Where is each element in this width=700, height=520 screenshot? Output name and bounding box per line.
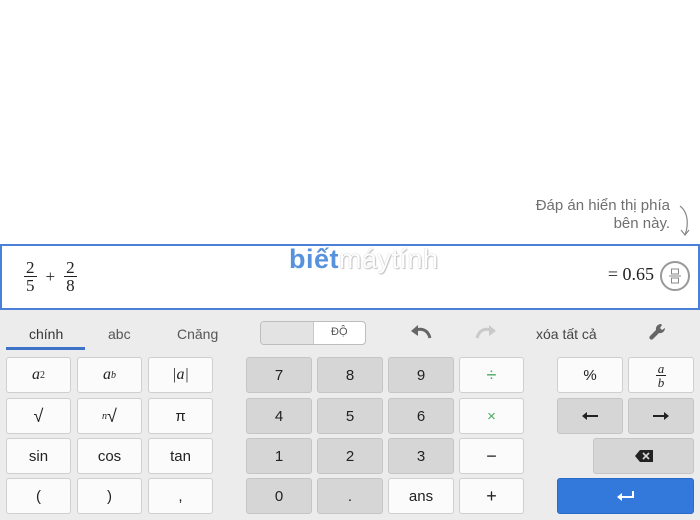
expression: 2 5 + 2 8 bbox=[22, 259, 79, 295]
fraction-1: 2 5 bbox=[24, 259, 37, 295]
keypad: chính abc Cnăng ĐỘ xóa tất cả a2 ab |a| … bbox=[0, 310, 700, 520]
digit-6-button[interactable]: 6 bbox=[388, 398, 454, 434]
tab-functions[interactable]: Cnăng bbox=[177, 326, 218, 342]
minus-button[interactable]: − bbox=[459, 438, 524, 474]
angle-mode-label: ĐỘ bbox=[331, 326, 348, 338]
tab-abc[interactable]: abc bbox=[108, 326, 131, 342]
right-paren-button[interactable]: ) bbox=[77, 478, 142, 514]
fraction-toggle-icon[interactable] bbox=[660, 261, 690, 291]
clear-all-button[interactable]: xóa tất cả bbox=[536, 326, 597, 342]
result-value: = 0.65 bbox=[607, 264, 654, 284]
angle-mode-toggle[interactable]: ĐỘ bbox=[260, 321, 366, 345]
fraction-2-numerator: 2 bbox=[64, 258, 77, 277]
angle-mode-knob bbox=[261, 322, 314, 344]
square-button[interactable]: a2 bbox=[6, 357, 71, 393]
answer-hint: Đáp án hiển thị phía bên này. bbox=[536, 197, 670, 233]
digit-5-button[interactable]: 5 bbox=[317, 398, 383, 434]
sqrt-button[interactable]: √ bbox=[6, 398, 71, 434]
fraction-1-numerator: 2 bbox=[24, 258, 37, 277]
tan-button[interactable]: tan bbox=[148, 438, 213, 474]
nth-root-button[interactable]: n √ bbox=[77, 398, 142, 434]
digit-0-button[interactable]: 0 bbox=[246, 478, 312, 514]
right-arrow-icon[interactable] bbox=[628, 398, 694, 434]
pi-button[interactable]: π bbox=[148, 398, 213, 434]
cos-button[interactable]: cos bbox=[77, 438, 142, 474]
absolute-value-button[interactable]: |a| bbox=[148, 357, 213, 393]
digit-3-button[interactable]: 3 bbox=[388, 438, 454, 474]
percent-button[interactable]: % bbox=[557, 357, 623, 393]
ans-button[interactable]: ans bbox=[388, 478, 454, 514]
undo-icon[interactable] bbox=[410, 324, 432, 340]
digit-1-button[interactable]: 1 bbox=[246, 438, 312, 474]
fraction-2-denominator: 8 bbox=[66, 276, 75, 295]
digit-2-button[interactable]: 2 bbox=[317, 438, 383, 474]
answer-hint-line1: Đáp án hiển thị phía bbox=[535, 197, 670, 214]
curved-arrow-icon bbox=[679, 205, 690, 236]
redo-icon[interactable] bbox=[475, 324, 497, 340]
fraction-2: 2 8 bbox=[64, 259, 77, 295]
fraction-1-denominator: 5 bbox=[26, 276, 35, 295]
comma-button[interactable]: , bbox=[148, 478, 213, 514]
expression-input[interactable]: 2 5 + 2 8 biếtmáytính = 0.65 bbox=[0, 244, 700, 310]
tab-active-indicator bbox=[6, 347, 85, 350]
settings-wrench-icon[interactable] bbox=[648, 322, 668, 342]
fraction-button[interactable]: ab bbox=[628, 357, 694, 393]
plus-button[interactable]: + bbox=[459, 478, 524, 514]
left-paren-button[interactable]: ( bbox=[6, 478, 71, 514]
left-arrow-icon[interactable] bbox=[557, 398, 623, 434]
enter-icon[interactable] bbox=[557, 478, 694, 514]
answer-hint-line2: bên này. bbox=[613, 215, 670, 232]
divide-button[interactable]: ÷ bbox=[459, 357, 524, 393]
backspace-icon[interactable] bbox=[593, 438, 694, 474]
power-button[interactable]: ab bbox=[77, 357, 142, 393]
digit-8-button[interactable]: 8 bbox=[317, 357, 383, 393]
digit-4-button[interactable]: 4 bbox=[246, 398, 312, 434]
multiply-button[interactable]: × bbox=[459, 398, 524, 434]
expression-operator: + bbox=[45, 267, 56, 286]
tab-main[interactable]: chính bbox=[29, 326, 63, 342]
watermark-logo: biếtmáytính bbox=[289, 244, 439, 274]
decimal-point-button[interactable]: . bbox=[317, 478, 383, 514]
digit-9-button[interactable]: 9 bbox=[388, 357, 454, 393]
sin-button[interactable]: sin bbox=[6, 438, 71, 474]
digit-7-button[interactable]: 7 bbox=[246, 357, 312, 393]
